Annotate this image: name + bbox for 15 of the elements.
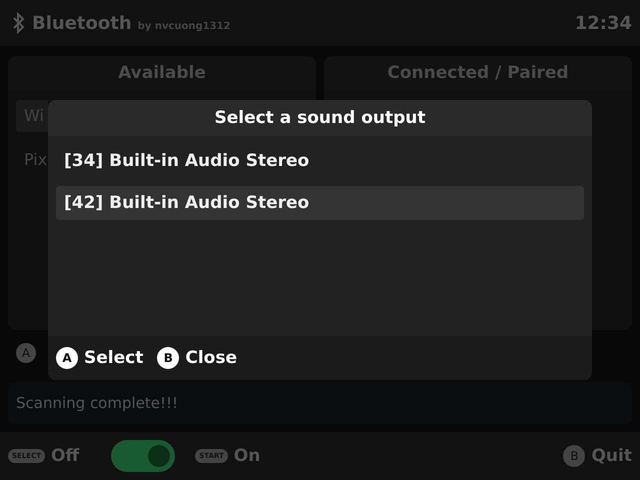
- button-glyph: A: [56, 347, 78, 369]
- status-message: Scanning complete!!!: [8, 382, 632, 424]
- bluetooth-icon: [12, 12, 26, 34]
- output-option[interactable]: [42] Built-in Audio Stereo: [56, 186, 584, 220]
- on-label: On: [234, 446, 260, 466]
- dialog-title: Select a sound output: [48, 100, 592, 136]
- off-label: Off: [50, 446, 80, 466]
- quit-label: Quit: [591, 446, 632, 466]
- toggle-switch[interactable]: [111, 440, 176, 472]
- button-glyph: B: [157, 347, 180, 369]
- app-title: Bluetooth: [32, 12, 132, 34]
- output-option[interactable]: [34] Built-in Audio Stereo: [56, 144, 584, 178]
- clock: 12:34: [574, 12, 632, 34]
- action-label: Close: [185, 348, 237, 368]
- action-label: Select: [84, 348, 144, 368]
